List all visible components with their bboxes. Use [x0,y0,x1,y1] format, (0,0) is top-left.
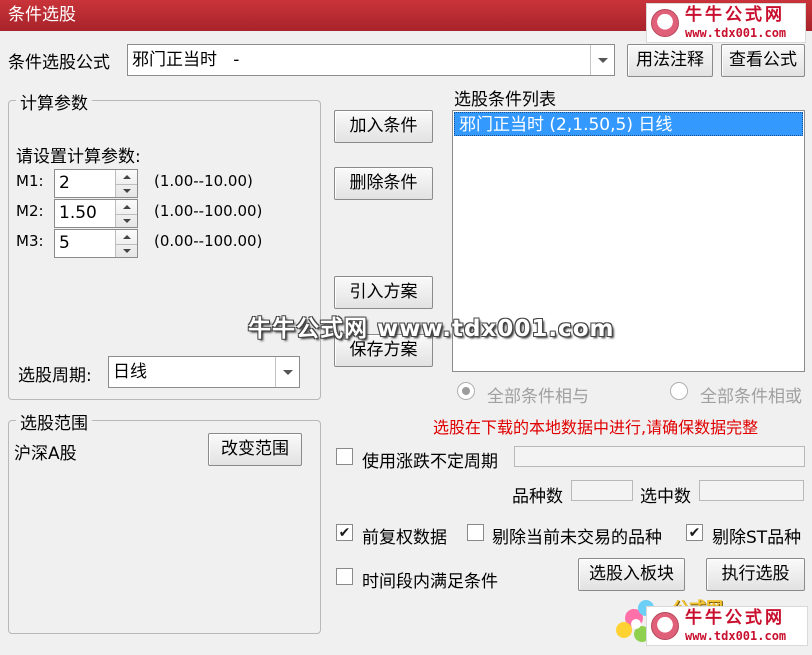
time-segment-label: 时间段内满足条件 [362,572,498,592]
param-m1-value: 2 [59,173,70,193]
watermark-brand: 牛牛公式网 [685,5,785,25]
and-radio-label: 全部条件相与 [487,387,589,407]
spin-down-icon[interactable] [122,248,131,253]
watermark-badge-top: 牛牛公式网 www.tdx001.com [646,3,806,43]
exclude-untraded-checkbox[interactable] [467,524,484,541]
exclude-st-checkbox[interactable]: ✔ [686,524,703,541]
variety-count-label: 品种数 [512,487,563,507]
list-item[interactable]: 邪门正当时 (2,1.50,5) 日线 [454,112,803,136]
params-group-title: 计算参数 [16,89,92,114]
execute-button[interactable]: 执行选股 [706,558,805,591]
spin-down-icon[interactable] [122,218,131,223]
indefinite-period-input [514,446,805,467]
param-m3-input[interactable]: 5 [54,229,138,258]
view-formula-button[interactable]: 查看公式 [721,44,805,77]
param-m1-spinner[interactable] [115,170,137,197]
param-m1-input[interactable]: 2 [54,169,138,198]
param-m2-value: 1.50 [59,203,97,223]
delete-condition-button[interactable]: 删除条件 [334,167,433,200]
warning-text: 选股在下载的本地数据中进行,请确保数据完整 [433,418,759,437]
spin-up-icon[interactable] [122,234,131,239]
usage-button[interactable]: 用法注释 [627,44,713,77]
overlay-watermark: 牛牛公式网 www.tdx001.com [248,316,615,342]
add-condition-button[interactable]: 加入条件 [334,110,433,143]
forward-adjust-checkbox[interactable]: ✔ [336,524,353,541]
range-value: 沪深A股 [14,444,77,464]
to-block-button[interactable]: 选股入板块 [578,558,685,591]
or-radio[interactable] [670,382,688,400]
change-range-button[interactable]: 改变范围 [208,433,302,466]
cow-logo-icon [651,612,679,640]
chevron-down-icon[interactable] [590,45,614,75]
period-label: 选股周期: [18,366,92,386]
param-m2-spinner[interactable] [115,200,137,227]
formula-label: 条件选股公式 [8,53,110,73]
variety-count-value [571,480,633,501]
spin-up-icon[interactable] [122,174,131,179]
chevron-down-icon[interactable] [275,357,299,387]
param-m3-value: 5 [59,233,70,253]
spin-up-icon[interactable] [122,204,131,209]
params-prompt: 请设置计算参数: [16,147,141,167]
param-m3-spinner[interactable] [115,230,137,257]
window-title: 条件选股 [8,5,76,25]
check-icon: ✔ [688,524,701,541]
formula-select-value: 邪门正当时 - [132,50,240,70]
or-radio-label: 全部条件相或 [700,387,802,407]
and-radio[interactable] [457,382,475,400]
watermark-badge-inner: 牛牛公式网 www.tdx001.com [646,606,808,646]
exclude-st-label: 剔除ST品种 [712,528,802,548]
indefinite-period-label: 使用涨跌不定周期 [362,452,498,472]
period-select-value: 日线 [113,362,147,382]
watermark-badge-bottom: 公式网 牛牛公式网 www.tdx001.com [612,594,812,650]
forward-adjust-label: 前复权数据 [362,528,447,548]
watermark-url: www.tdx001.com [685,26,787,40]
import-plan-button[interactable]: 引入方案 [334,276,433,309]
exclude-untraded-label: 剔除当前未交易的品种 [492,528,662,548]
param-m3-range: (0.00--100.00) [154,232,263,250]
param-m2-input[interactable]: 1.50 [54,199,138,228]
check-icon: ✔ [338,524,351,541]
watermark-url: www.tdx001.com [685,629,787,643]
param-m1-range: (1.00--10.00) [154,172,253,190]
period-select[interactable]: 日线 [108,356,300,388]
spin-down-icon[interactable] [122,188,131,193]
watermark-brand: 牛牛公式网 [685,608,785,628]
cow-logo-icon [651,9,679,37]
formula-select[interactable]: 邪门正当时 - [127,44,615,76]
param-m2-range: (1.00--100.00) [154,202,263,220]
condition-list-title: 选股条件列表 [454,90,556,110]
selected-count-value [699,480,804,501]
indefinite-period-checkbox[interactable] [336,448,353,465]
param-m3-label: M3: [16,232,44,250]
range-group-title: 选股范围 [16,409,92,434]
selected-count-label: 选中数 [640,487,691,507]
param-m2-label: M2: [16,202,44,220]
time-segment-checkbox[interactable] [336,568,353,585]
param-m1-label: M1: [16,172,44,190]
